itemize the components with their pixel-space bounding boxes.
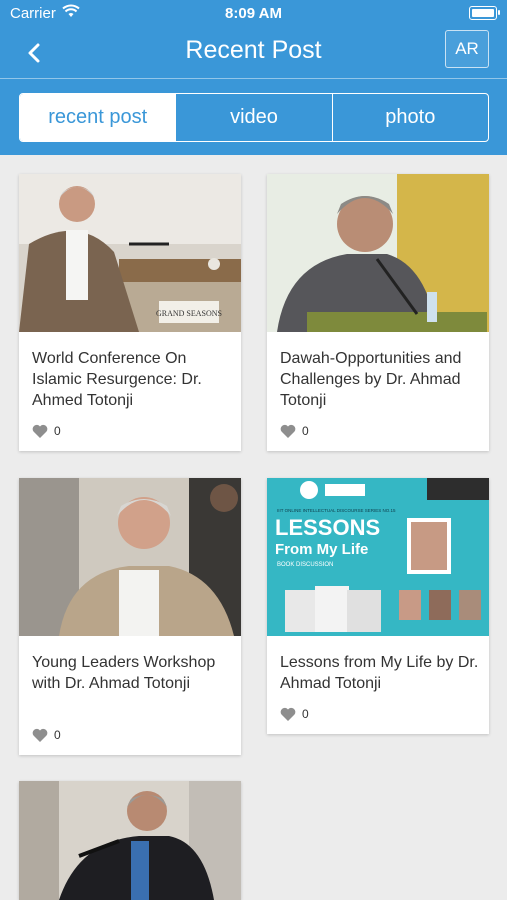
post-card[interactable]: [19, 781, 241, 900]
svg-text:From My Life: From My Life: [275, 541, 368, 558]
post-card[interactable]: GRAND SEASONS World Conference On Islami…: [19, 174, 241, 451]
like-counter[interactable]: 0: [280, 707, 309, 721]
like-count: 0: [54, 728, 61, 742]
heart-icon: [280, 707, 296, 721]
post-card[interactable]: Dawah-Opportunities and Challenges by Dr…: [267, 174, 489, 451]
segmented-control: recent post video photo: [19, 93, 489, 142]
tab-video[interactable]: video: [175, 94, 331, 141]
post-thumbnail: IIIT ONLINE INTELLECTUAL DISCOURSE SERIE…: [267, 478, 489, 636]
clock: 8:09 AM: [225, 5, 282, 22]
svg-text:IIIT ONLINE INTELLECTUAL DISCO: IIIT ONLINE INTELLECTUAL DISCOURSE SERIE…: [277, 508, 396, 513]
post-thumbnail: [19, 781, 241, 900]
post-title: World Conference On Islamic Resurgence: …: [32, 350, 202, 409]
like-counter[interactable]: 0: [280, 424, 309, 438]
battery-icon: [469, 6, 500, 20]
heart-icon: [280, 424, 296, 438]
tab-photo[interactable]: photo: [331, 94, 488, 141]
app-header: Carrier 8:09 AM Recent Post AR recent po…: [0, 0, 507, 155]
svg-text:BOOK DISCUSSION: BOOK DISCUSSION: [277, 562, 333, 568]
like-count: 0: [302, 424, 309, 438]
tab-recent-post[interactable]: recent post: [20, 94, 176, 141]
status-bar: Carrier 8:09 AM: [0, 0, 507, 28]
svg-text:LESSONS: LESSONS: [275, 515, 380, 540]
language-toggle-button[interactable]: AR: [445, 30, 489, 68]
like-count: 0: [54, 424, 61, 438]
post-title: Dawah-Opportunities and Challenges by Dr…: [280, 350, 462, 409]
post-card[interactable]: Young Leaders Workshop with Dr. Ahmad To…: [19, 478, 241, 755]
post-title: Lessons from My Life by Dr. Ahmad Totonj…: [280, 654, 479, 692]
page-title: Recent Post: [185, 36, 322, 64]
heart-icon: [32, 728, 48, 742]
like-counter[interactable]: 0: [32, 424, 61, 438]
post-card[interactable]: IIIT ONLINE INTELLECTUAL DISCOURSE SERIE…: [267, 478, 489, 734]
like-count: 0: [302, 707, 309, 721]
post-thumbnail: GRAND SEASONS: [19, 174, 241, 332]
header-divider: [0, 78, 507, 79]
like-counter[interactable]: 0: [32, 728, 61, 742]
svg-text:GRAND SEASONS: GRAND SEASONS: [156, 309, 222, 318]
heart-icon: [32, 424, 48, 438]
post-thumbnail: [267, 174, 489, 332]
nav-bar: Recent Post AR: [0, 28, 507, 78]
post-title: Young Leaders Workshop with Dr. Ahmad To…: [32, 654, 216, 692]
post-thumbnail: [19, 478, 241, 636]
